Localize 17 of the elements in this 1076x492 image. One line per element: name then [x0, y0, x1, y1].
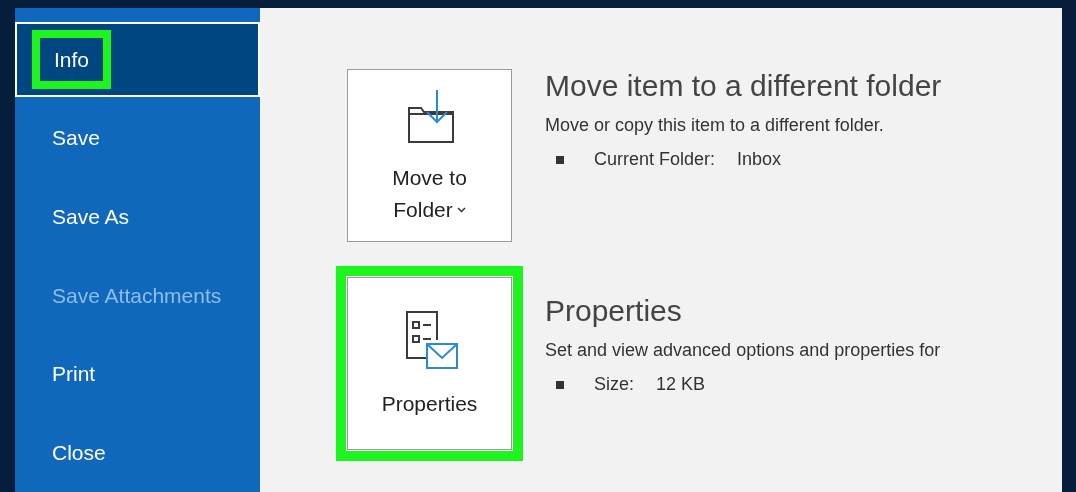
section-description: Move or copy this item to a different folder.	[545, 114, 885, 137]
sidebar-item[interactable]: Close	[15, 413, 260, 492]
sidebar-item[interactable]: Info	[15, 22, 260, 97]
sidebar-item[interactable]: Save As	[15, 177, 260, 257]
move-to-folder-button[interactable]: Move to Folder	[347, 69, 512, 242]
detail-value: Inbox	[737, 148, 782, 171]
detail-label: Size:	[594, 373, 635, 396]
bullet-icon	[556, 155, 564, 164]
section-description: Set and view advanced options and properties for	[545, 339, 941, 362]
bullet-icon	[556, 380, 564, 389]
sidebar-item[interactable]: Save	[15, 98, 260, 178]
properties-button[interactable]: Properties	[347, 277, 512, 450]
section-title: Properties	[545, 293, 683, 329]
section-title: Move item to a different folder	[545, 68, 942, 104]
detail-label: Current Folder:	[594, 148, 716, 171]
detail-value: 12 KB	[656, 373, 706, 396]
sidebar-item[interactable]: Print	[15, 334, 260, 414]
